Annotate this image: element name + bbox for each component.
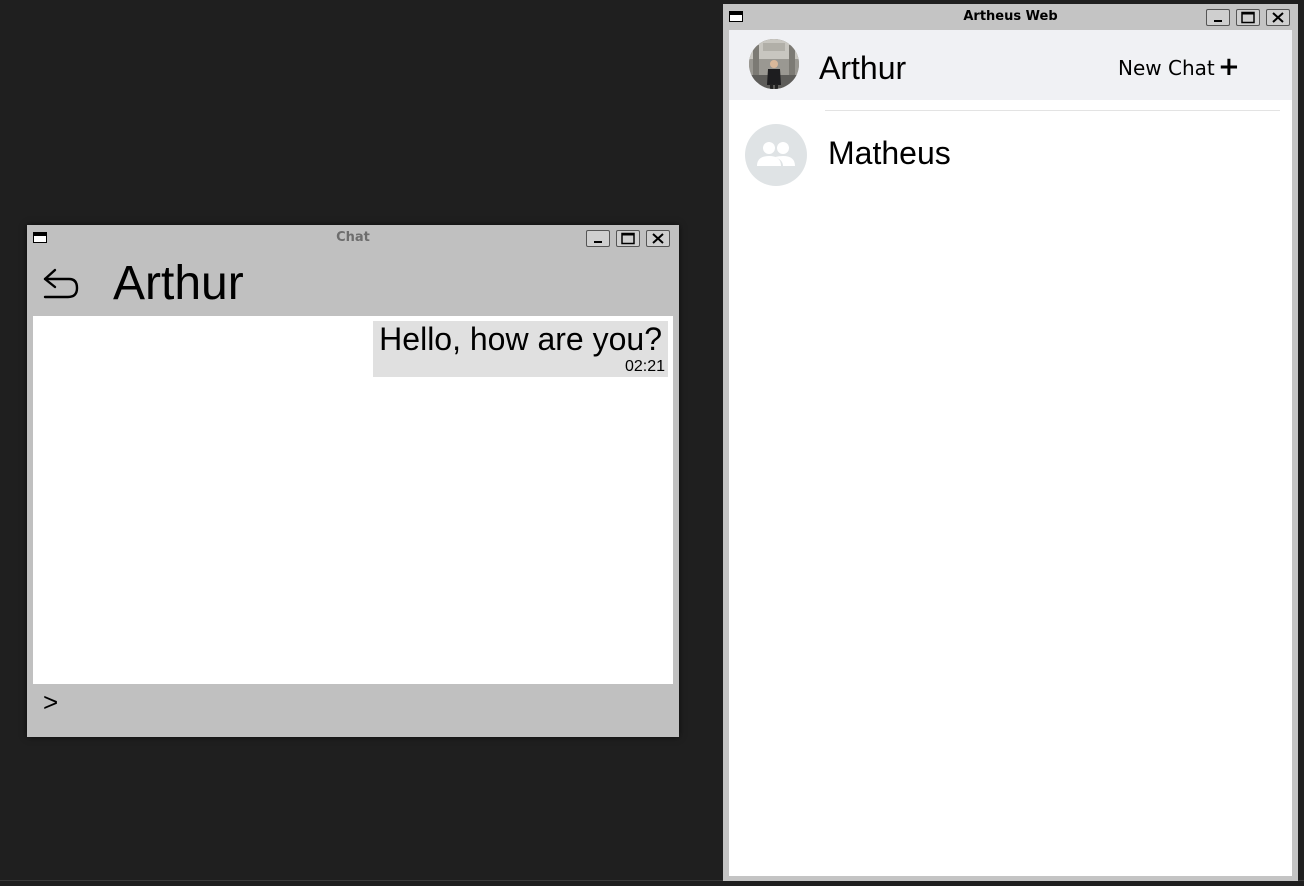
divider — [825, 110, 1280, 111]
chat-titlebar[interactable]: Chat — [27, 225, 679, 251]
artheus-web-window: Artheus Web Arthur New Chat + Matheus — [723, 4, 1298, 881]
new-chat-label: New Chat — [1118, 56, 1215, 80]
plus-icon: + — [1218, 52, 1240, 82]
back-arrow-icon[interactable] — [41, 265, 81, 303]
message-text: Hello, how are you? — [379, 321, 662, 357]
close-button[interactable] — [1266, 9, 1290, 26]
minimize-button[interactable] — [1206, 9, 1230, 26]
maximize-button[interactable] — [616, 230, 640, 247]
chat-window: Chat Arthur Hello, how are you? 02:21 > — [27, 225, 679, 737]
close-icon — [652, 233, 664, 244]
profile-header: Arthur New Chat + — [729, 30, 1292, 100]
chat-window-title: Chat — [336, 230, 370, 245]
user-name: Arthur — [819, 50, 907, 86]
close-icon — [1272, 12, 1284, 23]
minimize-icon — [594, 241, 602, 243]
profile-photo-icon — [749, 39, 799, 89]
group-icon — [757, 142, 795, 166]
message-time: 02:21 — [624, 358, 665, 375]
web-titlebar[interactable]: Artheus Web — [723, 4, 1298, 30]
maximize-button[interactable] — [1236, 9, 1260, 26]
avatar[interactable] — [749, 39, 799, 89]
message-list[interactable]: Hello, how are you? 02:21 — [33, 316, 673, 684]
contact-list-item[interactable]: Matheus — [729, 115, 1292, 195]
close-button[interactable] — [646, 230, 670, 247]
minimize-button[interactable] — [586, 230, 610, 247]
input-prompt: > — [43, 687, 59, 717]
chat-contact-name: Arthur — [113, 257, 244, 310]
message-bubble: Hello, how are you? 02:21 — [373, 321, 668, 377]
web-content: Arthur New Chat + Matheus — [729, 30, 1292, 876]
message-input[interactable] — [73, 687, 667, 723]
group-avatar — [745, 124, 807, 186]
contact-name: Matheus — [828, 135, 951, 171]
maximize-icon — [621, 232, 635, 245]
maximize-icon — [1241, 11, 1255, 24]
minimize-icon — [1214, 20, 1222, 22]
